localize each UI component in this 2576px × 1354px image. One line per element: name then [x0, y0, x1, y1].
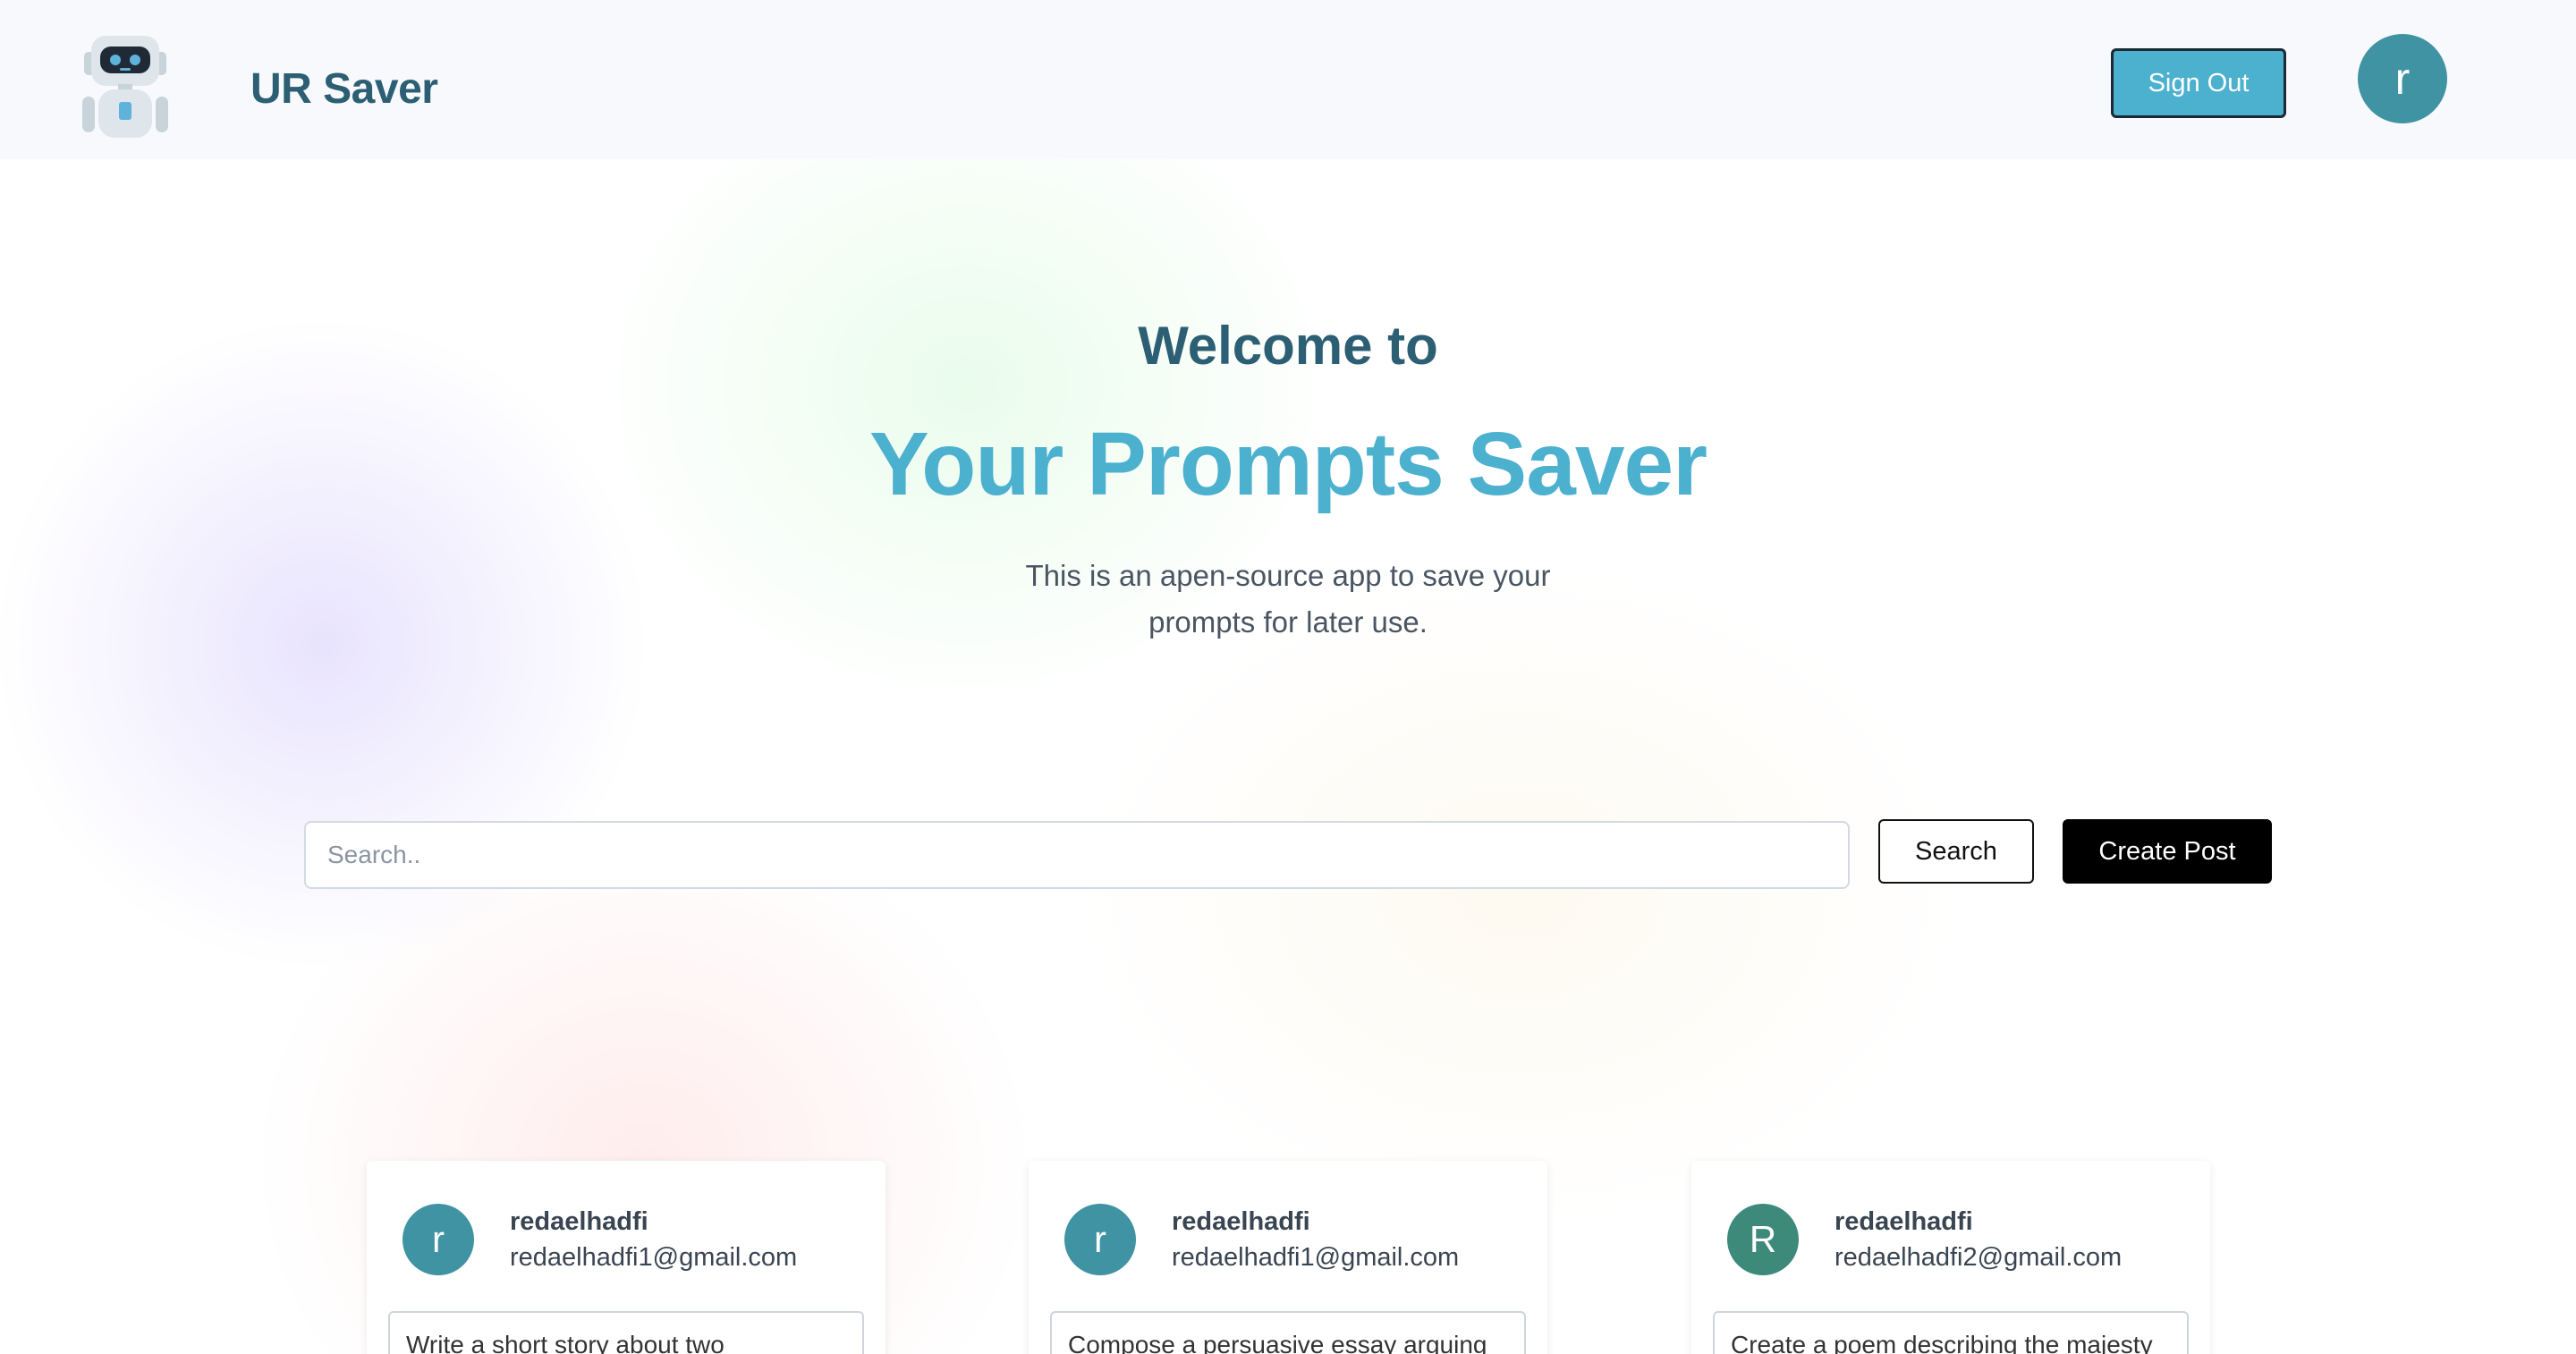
search-button[interactable]: Search	[1878, 819, 2034, 884]
post-username: redaelhadfi	[1172, 1207, 1310, 1236]
post-card[interactable]: R redaelhadfi redaelhadfi2@gmail.com Cre…	[1691, 1161, 2210, 1354]
post-card[interactable]: r redaelhadfi redaelhadfi1@gmail.com Com…	[1029, 1161, 1547, 1354]
post-avatar[interactable]: r	[402, 1204, 474, 1275]
post-avatar[interactable]: R	[1727, 1204, 1799, 1275]
page: UR Saver Sign Out r Welcome to Your Prom…	[0, 0, 2576, 1354]
hero-description: This is an apen-source app to save your …	[1025, 559, 1551, 639]
user-avatar[interactable]: r	[2358, 34, 2447, 123]
hero-title: Your Prompts Saver	[869, 414, 1707, 514]
post-email: redaelhadfi2@gmail.com	[1835, 1243, 2123, 1272]
post-prompt[interactable]: Compose a persuasive essay arguing	[1050, 1311, 1526, 1354]
top-navbar: UR Saver Sign Out r	[0, 0, 2576, 159]
post-username: redaelhadfi	[1835, 1207, 1973, 1236]
create-post-button[interactable]: Create Post	[2063, 819, 2272, 884]
robot-icon[interactable]	[79, 32, 172, 143]
post-username: redaelhadfi	[510, 1207, 648, 1236]
search-input[interactable]	[304, 821, 1850, 889]
post-email: redaelhadfi1@gmail.com	[1172, 1243, 1460, 1272]
post-prompt[interactable]: Write a short story about two	[388, 1311, 864, 1354]
sign-out-button[interactable]: Sign Out	[2111, 48, 2286, 118]
post-card[interactable]: r redaelhadfi redaelhadfi1@gmail.com Wri…	[367, 1161, 886, 1354]
brand-name[interactable]: UR Saver	[250, 64, 438, 114]
hero-welcome: Welcome to	[1138, 316, 1438, 376]
post-prompt[interactable]: Create a poem describing the majesty	[1713, 1311, 2189, 1354]
post-avatar[interactable]: r	[1064, 1204, 1136, 1275]
post-email: redaelhadfi1@gmail.com	[510, 1243, 798, 1272]
